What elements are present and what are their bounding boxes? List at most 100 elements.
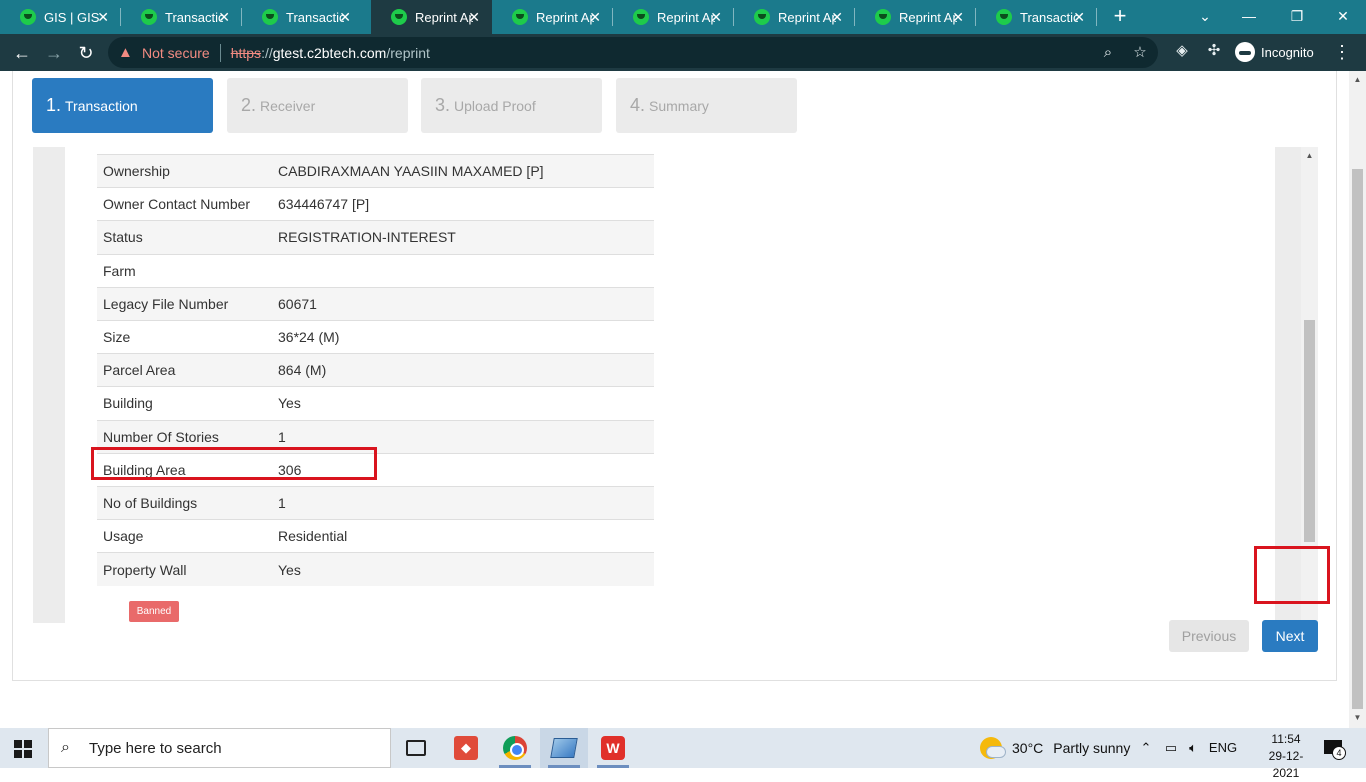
step-label: Upload Proof	[454, 97, 536, 114]
address-bar[interactable]: ▲ Not secure https://gtest.c2btech.com/r…	[108, 37, 1158, 68]
taskbar-app-wps[interactable]: W	[589, 728, 637, 768]
close-tab-icon[interactable]: ✕	[339, 9, 351, 25]
property-value: 36*24 (M)	[272, 319, 654, 354]
scrollbar-thumb[interactable]	[1352, 169, 1363, 709]
search-placeholder: Type here to search	[89, 739, 222, 757]
site-favicon-icon	[141, 9, 157, 25]
property-key: Farm	[97, 253, 272, 288]
close-tab-icon[interactable]: ✕	[1073, 9, 1085, 25]
browser-tab[interactable]: Transactions ✕	[121, 0, 242, 34]
property-details-scroll-area[interactable]: Ownership CABDIRAXMAAN YAASIIN MAXAMED [P…	[65, 147, 1275, 623]
browser-tab-active[interactable]: Reprint Application ✕	[371, 0, 492, 34]
notebook-app-icon	[550, 738, 578, 758]
url-host: gtest.c2btech.com	[272, 44, 387, 61]
site-favicon-icon	[996, 9, 1012, 25]
security-status[interactable]: Not secure	[142, 45, 210, 61]
taskbar-clock[interactable]: 11:54 29-12-2021	[1258, 731, 1314, 782]
property-key: Building	[97, 386, 272, 420]
property-key: Legacy File Number	[97, 286, 272, 321]
property-value: CABDIRAXMAAN YAASIIN MAXAMED [P]	[272, 153, 654, 188]
next-highlight-box	[1254, 546, 1330, 604]
browser-tab[interactable]: GIS | GIS Portal ✕	[0, 0, 121, 34]
browser-tab[interactable]: Transactions ✕	[242, 0, 363, 34]
scroll-down-arrow-icon[interactable]: ▼	[1352, 713, 1363, 723]
input-language[interactable]: ENG	[1208, 738, 1238, 758]
clock-time: 11:54	[1271, 732, 1301, 746]
previous-button[interactable]: Previous	[1169, 620, 1249, 652]
close-tab-icon[interactable]: ✕	[952, 9, 964, 25]
url-separator: ://	[261, 44, 273, 61]
browser-tab[interactable]: Reprint Application ✕	[492, 0, 613, 34]
property-key: No of Buildings	[97, 485, 272, 520]
browser-tab[interactable]: Reprint Application ✕	[613, 0, 734, 34]
close-tab-icon[interactable]: ✕	[831, 9, 843, 25]
notification-center-icon[interactable]: 4	[1322, 736, 1348, 760]
task-view-button[interactable]	[392, 728, 440, 768]
taskbar-search-box[interactable]: ⌕ Type here to search	[48, 728, 391, 768]
battery-icon[interactable]: ▭	[1162, 738, 1180, 758]
bookmark-star-icon[interactable]: ☆	[1130, 43, 1150, 63]
step-summary[interactable]: 4. Summary	[616, 78, 797, 133]
extensions-puzzle-icon[interactable]: ✣	[1204, 41, 1224, 61]
close-tab-icon[interactable]: ✕	[468, 9, 480, 25]
step-number: 3.	[435, 95, 451, 115]
browser-tab-strip: GIS | GIS Portal ✕ Transactions ✕ Transa…	[0, 0, 1366, 34]
scroll-up-arrow-icon[interactable]: ▲	[1304, 151, 1315, 161]
warning-triangle-icon[interactable]: ▲	[118, 44, 136, 61]
step-receiver[interactable]: 2. Receiver	[227, 78, 408, 133]
chrome-icon	[503, 736, 527, 760]
site-favicon-icon	[20, 9, 36, 25]
scrollbar-thumb[interactable]	[1304, 320, 1315, 542]
new-tab-plus-icon[interactable]: +	[1108, 4, 1132, 28]
browser-tab[interactable]: Reprint Application ✕	[855, 0, 976, 34]
taskbar-app-notes[interactable]	[540, 728, 588, 768]
tab-divider	[1096, 8, 1097, 26]
table-row: Size 36*24 (M)	[97, 319, 654, 354]
property-value: 634446747 [P]	[272, 187, 654, 221]
minimize-icon[interactable]: —	[1234, 4, 1264, 28]
property-key: Size	[97, 319, 272, 354]
tab-title: Reprint Application	[657, 9, 715, 25]
notification-count: 4	[1332, 746, 1346, 760]
next-button[interactable]: Next	[1262, 620, 1318, 652]
property-value: 1	[272, 485, 654, 520]
taskbar-app-chrome[interactable]	[491, 728, 539, 768]
step-label: Transaction	[65, 97, 138, 114]
scroll-up-arrow-icon[interactable]: ▲	[1352, 75, 1363, 85]
browser-menu-icon[interactable]: ⋮	[1330, 40, 1354, 64]
tab-search-chevron-icon[interactable]: ⌄	[1190, 4, 1220, 28]
volume-icon[interactable]: 🔈︎	[1184, 738, 1202, 758]
back-arrow-icon[interactable]: ←	[8, 39, 36, 67]
step-transaction[interactable]: 1. Transaction	[32, 78, 213, 133]
tray-chevron-up-icon[interactable]: ⌃	[1138, 738, 1154, 758]
search-icon: ⌕	[61, 739, 70, 756]
table-row: Building Yes	[97, 386, 654, 420]
step-upload-proof[interactable]: 3. Upload Proof	[421, 78, 602, 133]
close-tab-icon[interactable]: ✕	[97, 9, 109, 25]
close-tab-icon[interactable]: ✕	[218, 9, 230, 25]
tab-title: Reprint Application	[899, 9, 957, 25]
tab-title: Transactions	[165, 9, 223, 25]
page-scrollbar[interactable]: ▲ ▼	[1349, 71, 1366, 728]
weather-widget[interactable]: 30°C Partly sunny	[980, 728, 1130, 768]
close-window-icon[interactable]: ✕	[1328, 4, 1358, 28]
zoom-search-icon[interactable]: ⌕	[1098, 43, 1118, 63]
close-tab-icon[interactable]: ✕	[710, 9, 722, 25]
property-value: Yes	[272, 386, 654, 420]
property-key: Usage	[97, 519, 272, 553]
close-tab-icon[interactable]: ✕	[589, 9, 601, 25]
extension-shield-icon[interactable]: ◈	[1172, 41, 1192, 61]
table-row-usage: Usage Residential	[97, 519, 654, 553]
windows-start-icon[interactable]	[14, 740, 32, 758]
browser-tab[interactable]: Transactions ✕	[976, 0, 1097, 34]
taskbar-app-anydesk[interactable]: ◆	[442, 728, 490, 768]
omnibox-divider	[219, 43, 221, 62]
windows-taskbar: ⌕ Type here to search ◆ W 30°C Partly su…	[0, 728, 1366, 780]
restore-icon[interactable]: ❐	[1282, 4, 1312, 28]
forward-arrow-icon[interactable]: →	[40, 39, 68, 67]
table-row: Farm	[97, 253, 654, 288]
browser-tab[interactable]: Reprint Application ✕	[734, 0, 855, 34]
anydesk-icon: ◆	[454, 736, 478, 760]
reload-icon[interactable]: ↻	[72, 39, 100, 67]
incognito-profile[interactable]: Incognito	[1235, 40, 1314, 64]
